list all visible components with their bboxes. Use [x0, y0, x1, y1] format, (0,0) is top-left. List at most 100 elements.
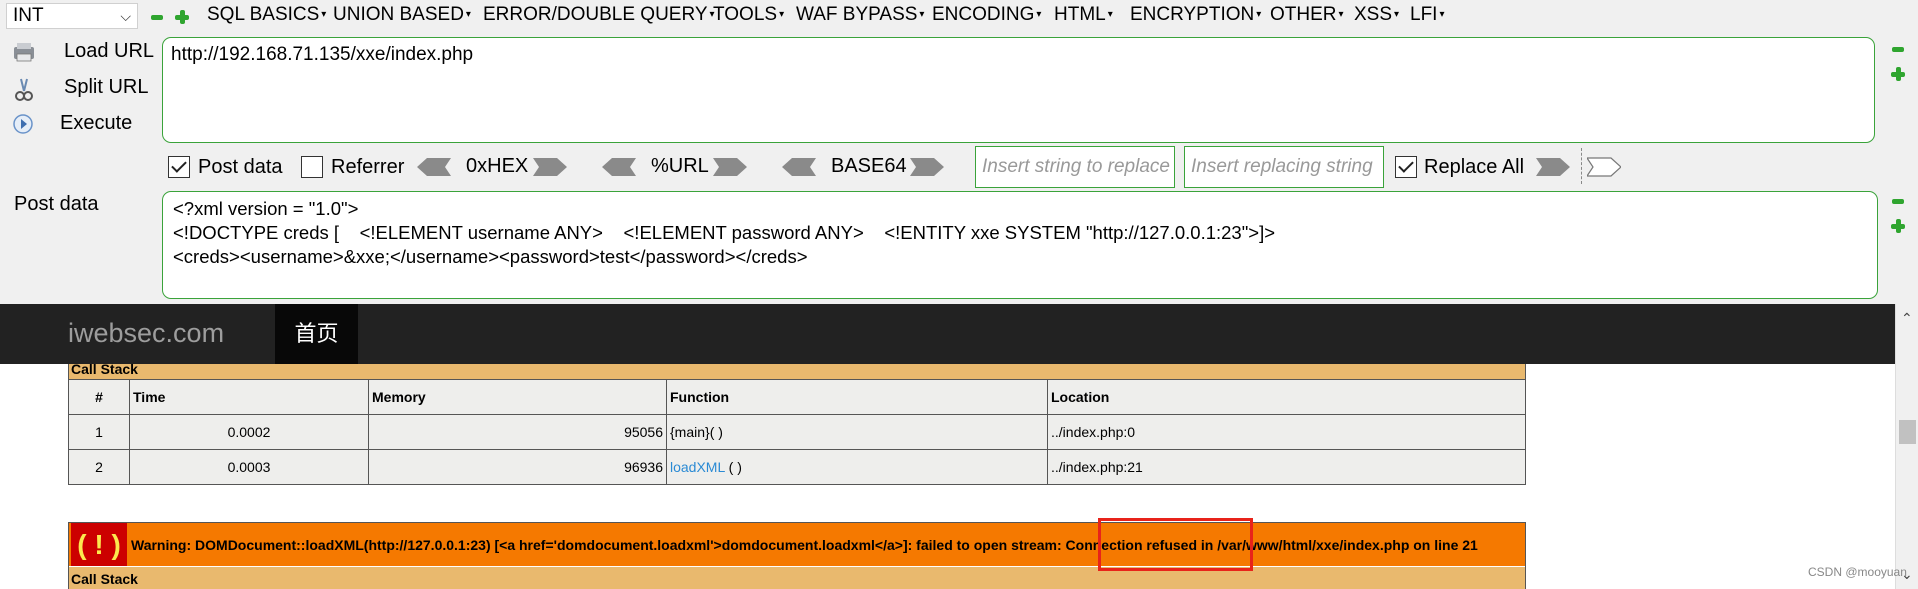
menu-label: ENCODING	[932, 4, 1035, 25]
menu-union-based[interactable]: UNION BASED ▾	[333, 4, 471, 26]
base64-label: BASE64	[831, 155, 907, 177]
caret-down-icon: ▾	[1439, 9, 1445, 21]
base64-decode-arrow-icon[interactable]	[782, 157, 816, 177]
post-data-field[interactable]: <?xml version = "1.0"> <!DOCTYPE creds […	[162, 191, 1878, 299]
execute-label: Execute	[60, 112, 133, 134]
load-url-icon	[12, 41, 36, 63]
site-brand[interactable]: iwebsec.com	[68, 318, 224, 349]
cell-time: 0.0003	[129, 449, 369, 485]
cell-time: 0.0002	[129, 414, 369, 450]
col-header: Memory	[368, 379, 667, 415]
site-navbar: iwebsec.com 首页	[0, 304, 1895, 364]
col-header: Location	[1047, 379, 1526, 415]
scissors-icon	[12, 77, 36, 101]
base64-encode-arrow-icon[interactable]	[910, 157, 944, 177]
hex-decode-arrow-icon[interactable]	[417, 157, 451, 177]
callstack-title: Call Stack	[68, 364, 1526, 380]
highlight-box	[1098, 518, 1253, 571]
cell-function: loadXML ( )	[666, 449, 1048, 485]
menu-encryption[interactable]: ENCRYPTION ▾	[1130, 4, 1261, 26]
url-value: http://192.168.71.135/xxe/index.php	[171, 44, 474, 65]
caret-down-icon: ▾	[465, 9, 471, 21]
watermark: CSDN @mooyuan	[1808, 565, 1907, 579]
menu-error-double-query[interactable]: ERROR/DOUBLE QUERY ▾	[483, 4, 715, 26]
function-args: ( )	[724, 459, 742, 475]
replace-all-label: Replace All	[1424, 156, 1525, 178]
hex-encode-arrow-icon[interactable]	[533, 157, 567, 177]
url-encode-arrow-icon[interactable]	[713, 157, 747, 177]
cell-location: ../index.php:0	[1047, 414, 1526, 450]
menu-tools[interactable]: TOOLS ▾	[713, 4, 784, 26]
plus-icon[interactable]	[175, 10, 189, 24]
hackbar-panel: INT ⌵ SQL BASICS ▾ UNION BASED ▾ ERROR/DOU…	[0, 0, 1918, 304]
url-field[interactable]: http://192.168.71.135/xxe/index.php	[162, 37, 1875, 143]
table-row: 1 0.0002 95056 {main}( ) ../index.php:0	[68, 414, 1526, 450]
col-header: Time	[129, 379, 369, 415]
web-page: iwebsec.com 首页 Call Stack # Time Memory …	[0, 304, 1918, 589]
menu-sql-basics[interactable]: SQL BASICS ▾	[207, 4, 326, 26]
menu-xss[interactable]: XSS ▾	[1354, 4, 1399, 26]
execute-button[interactable]: Execute	[10, 109, 160, 139]
divider	[1581, 148, 1582, 184]
caret-down-icon: ▾	[919, 9, 925, 21]
split-url-button[interactable]: Split URL	[10, 73, 160, 103]
minus-icon[interactable]	[1891, 42, 1905, 56]
warning-box: ( ! ) Warning: DOMDocument::loadXML(http…	[68, 522, 1526, 589]
url-decode-arrow-icon[interactable]	[602, 157, 636, 177]
warning-row: ( ! ) Warning: DOMDocument::loadXML(http…	[69, 523, 1525, 566]
menu-waf-bypass[interactable]: WAF BYPASS ▾	[796, 4, 924, 26]
menu-html[interactable]: HTML ▾	[1054, 4, 1113, 26]
scroll-up-icon[interactable]: ⌃	[1901, 310, 1913, 327]
chevron-down-icon: ⌵	[120, 7, 131, 24]
post-data-checkbox-label: Post data	[198, 156, 283, 178]
caret-down-icon: ▾	[1036, 9, 1042, 21]
minus-icon[interactable]	[150, 10, 164, 24]
menu-encoding[interactable]: ENCODING ▾	[932, 4, 1041, 26]
caret-down-icon: ▾	[1107, 9, 1113, 21]
caret-down-icon: ▾	[321, 9, 327, 21]
play-icon	[12, 113, 36, 135]
caret-down-icon: ▾	[779, 9, 785, 21]
post-data-line: <?xml version = "1.0">	[173, 198, 359, 219]
menu-label: HTML	[1054, 4, 1106, 25]
menu-label: LFI	[1410, 4, 1438, 25]
table-row: 2 0.0003 96936 loadXML ( ) ../index.php:…	[68, 449, 1526, 485]
scroll-thumb[interactable]	[1899, 420, 1916, 444]
insert-string-input[interactable]: Insert string to replace	[975, 146, 1175, 188]
menu-label: ERROR/DOUBLE QUERY	[483, 4, 708, 25]
caret-down-icon: ▾	[1338, 9, 1344, 21]
plus-icon[interactable]	[1891, 219, 1905, 233]
load-url-label: Load URL	[64, 40, 155, 62]
post-data-checkbox[interactable]	[168, 156, 190, 178]
load-url-button[interactable]: Load URL	[10, 37, 160, 67]
minus-icon[interactable]	[1891, 194, 1905, 208]
col-header: #	[68, 379, 130, 415]
caret-down-icon: ▾	[1394, 9, 1400, 21]
warning-text: Warning: DOMDocument::loadXML(http://127…	[131, 537, 1478, 553]
cell-memory: 95056	[368, 414, 667, 450]
nav-home-link[interactable]: 首页	[275, 304, 358, 364]
post-data-line: <creds><username>&xxe;</username><passwo…	[173, 246, 808, 267]
function-link[interactable]: loadXML	[670, 459, 725, 475]
referrer-checkbox[interactable]	[301, 156, 323, 178]
menu-other[interactable]: OTHER ▾	[1270, 4, 1344, 26]
post-data-label: Post data	[14, 193, 99, 215]
menu-label: WAF BYPASS	[796, 4, 918, 25]
int-select[interactable]: INT ⌵	[6, 3, 138, 29]
plus-icon[interactable]	[1891, 67, 1905, 81]
replace-arrow-icon[interactable]	[1536, 157, 1570, 177]
hex-label: 0xHEX	[466, 155, 529, 177]
hackbar-menubar: INT ⌵ SQL BASICS ▾ UNION BASED ▾ ERROR/DOU…	[0, 0, 1918, 32]
replacing-string-input[interactable]: Insert replacing string	[1184, 146, 1384, 188]
menu-label: SQL BASICS	[207, 4, 320, 25]
replace-next-arrow-icon[interactable]	[1585, 157, 1622, 177]
menu-lfi[interactable]: LFI ▾	[1410, 4, 1444, 26]
page-scrollbar[interactable]: ⌃ ⌄	[1895, 304, 1918, 589]
split-url-label: Split URL	[64, 76, 149, 98]
cell-function: {main}( )	[666, 414, 1048, 450]
menu-label: XSS	[1354, 4, 1393, 25]
replace-all-checkbox[interactable]	[1395, 156, 1417, 178]
caret-down-icon: ▾	[1256, 9, 1262, 21]
post-data-line: <!DOCTYPE creds [ <!ELEMENT username ANY…	[173, 222, 1276, 243]
cell-number: 1	[68, 414, 130, 450]
